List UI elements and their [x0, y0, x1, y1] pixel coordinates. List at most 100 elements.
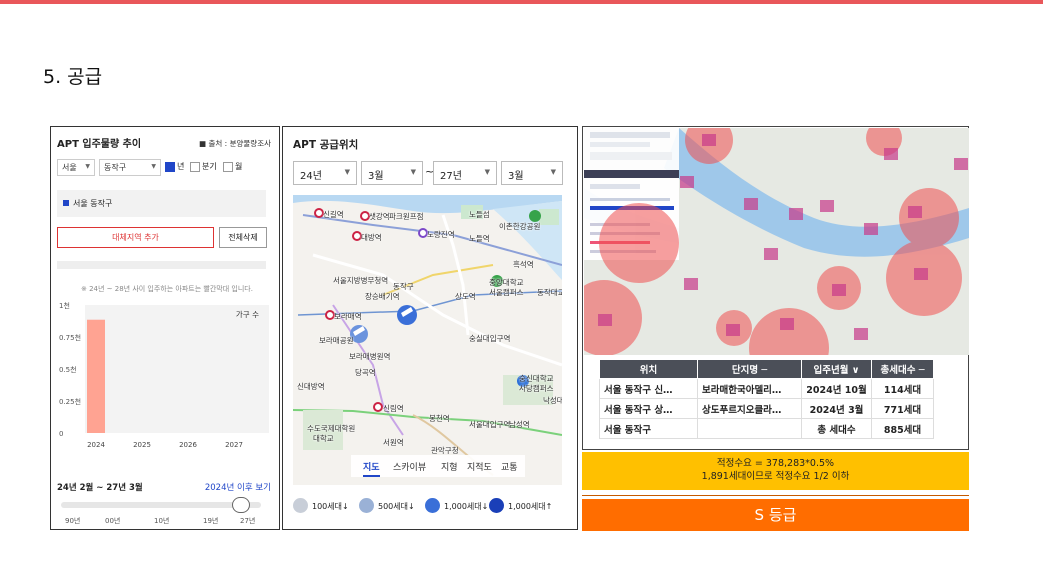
district-select[interactable]: 동작구 ▼	[99, 159, 161, 176]
map-place-label: 노량진역	[427, 230, 455, 239]
map-place-label: 서울지방병무청역	[333, 276, 389, 285]
cell-location: 서울 동작구 상…	[599, 398, 698, 419]
city-select[interactable]: 서울 ▼	[57, 159, 95, 176]
map-place-label: 대방역	[361, 233, 382, 242]
chart-bar	[87, 319, 105, 433]
map-tab-terrain[interactable]: 지형	[441, 460, 458, 473]
cell-location: 서울 동작구	[599, 418, 698, 439]
map-place-label: 서울대입구역	[469, 420, 511, 429]
section-title: 5. 공급	[43, 66, 103, 88]
map-place-label: 대학교	[313, 434, 334, 443]
map-tab-traffic[interactable]: 교통	[501, 460, 518, 473]
map-place-label: 남성역	[509, 420, 530, 429]
plot-area	[85, 305, 269, 433]
slider-tick: 27년	[240, 517, 256, 525]
end-month-value: 3월	[508, 171, 524, 182]
year-slider-handle[interactable]	[232, 497, 250, 513]
checkbox-month[interactable]	[223, 162, 233, 172]
cell-move-in: 2024년 3월	[801, 398, 872, 419]
city-select-value: 서울	[62, 163, 77, 172]
divider	[582, 495, 969, 496]
slider-tick: 10년	[154, 517, 170, 525]
divider	[57, 261, 266, 269]
map-labels-layer: 신길역 샛강역 파크원프점 노들섬 이촌한강공원 대방역 노량진역 노들역 흑석역 서울지방병무청…	[293, 195, 562, 485]
start-month-select[interactable]: 3월 ▼	[361, 161, 423, 185]
y-tick-label: 0	[59, 430, 63, 438]
demand-formula: 적정수요 = 378,283*0.5%	[716, 458, 835, 469]
supply-table: 위치 단지명 ─ 입주년월 ∨ 총세대수 ─ 서울 동작구 신… 보라매한국아델…	[599, 359, 934, 439]
supply-location-panel: APT 공급위치 24년 ▼ 3월 ▼ ~ 27년 ▼ 3월 ▼ 신길역 샛강역…	[282, 126, 578, 530]
cell-total-households: 885세대	[871, 418, 934, 439]
col-move-in[interactable]: 입주년월 ∨	[801, 359, 872, 379]
map-place-label: 숭실대입구역	[469, 334, 511, 343]
map-place-label: 장승배기역	[365, 292, 400, 301]
add-region-button[interactable]: 대체지역 추가	[57, 227, 214, 248]
checkbox-quarter-label: 분기	[202, 162, 217, 171]
x-tick-label: 2024	[87, 441, 105, 449]
region-marker-icon	[63, 200, 69, 206]
map-tab-cadastral[interactable]: 지적도	[467, 460, 492, 473]
map-place-label: 서울캠퍼스	[489, 288, 524, 297]
supply-bar-chart: 0 0.25천 0.5천 0.75천 1천 2024 2025 2026 2027 가구 수	[59, 301, 269, 449]
supply-bubble-map[interactable]	[584, 128, 969, 355]
chevron-down-icon: ▼	[550, 168, 556, 176]
map-place-label: 이촌한강공원	[499, 222, 541, 231]
cell-households: 771세대	[871, 398, 934, 419]
y-tick-label: 0.5천	[59, 365, 77, 374]
demand-summary: 적정수요 = 378,283*0.5% 1,891세대이므로 적정수요 1/2 …	[582, 452, 969, 490]
map-place-label: 당곡역	[355, 368, 376, 377]
checkbox-year[interactable]	[165, 162, 175, 172]
year-slider-track[interactable]	[61, 502, 261, 508]
slider-tick: 90년	[65, 517, 81, 525]
map-tab-skyview[interactable]: 스카이뷰	[393, 460, 426, 473]
location-map[interactable]: 신길역 샛강역 파크원프점 노들섬 이촌한강공원 대방역 노량진역 노들역 흑석역 서울지방병무청…	[293, 195, 562, 485]
legend-1000-under: 1,000세대↓	[444, 502, 489, 511]
map-place-label: 보라매역	[334, 312, 362, 321]
grade-badge: S 등급	[582, 499, 969, 531]
col-households[interactable]: 총세대수 ─	[871, 359, 934, 379]
x-tick-label: 2027	[225, 441, 243, 449]
panel-title: APT 공급위치	[293, 139, 359, 151]
map-place-label: 서원역	[383, 438, 404, 447]
map-place-label: 흑석역	[513, 260, 534, 269]
slider-tick: 19년	[203, 517, 219, 525]
slider-tick: 00년	[105, 517, 121, 525]
map-place-label: 보라매공원	[319, 336, 354, 345]
period-label: 24년 2월 ~ 27년 3월	[57, 483, 143, 493]
end-year-select[interactable]: 27년 ▼	[433, 161, 497, 185]
table-row[interactable]: 서울 동작구 상… 상도푸르지오클라… 2024년 3월 771세대	[599, 398, 934, 419]
source-label: ■ 출처 : 분양물량조사	[199, 139, 271, 148]
top-accent-bar	[0, 0, 1043, 4]
map-place-label: 사당캠퍼스	[519, 384, 554, 393]
table-row[interactable]: 서울 동작구 신… 보라매한국아델리… 2024년 10월 114세대	[599, 378, 934, 399]
start-year-select[interactable]: 24년 ▼	[293, 161, 357, 185]
pin-icon-mid	[359, 498, 374, 513]
view-after-2024-link[interactable]: 2024년 이후 보기	[205, 481, 271, 493]
table-header-row: 위치 단지명 ─ 입주년월 ∨ 총세대수 ─	[599, 359, 934, 379]
chevron-down-icon: ▼	[344, 168, 350, 176]
district-select-value: 동작구	[104, 163, 127, 172]
col-location[interactable]: 위치	[599, 359, 698, 379]
x-tick-label: 2026	[179, 441, 197, 449]
checkbox-quarter[interactable]	[190, 162, 200, 172]
map-tab-map[interactable]: 지도	[363, 460, 380, 477]
map-place-label: 신대방역	[297, 382, 325, 391]
start-month-value: 3월	[368, 171, 384, 182]
map-place-label: 샛강역	[369, 212, 390, 221]
delete-all-button[interactable]: 전체삭제	[219, 227, 267, 248]
legend-1000-over: 1,000세대↑	[508, 502, 553, 511]
map-place-label: 노들섬	[469, 210, 490, 219]
map-place-label: 낙성대	[543, 396, 562, 405]
bubble-map-canvas	[584, 128, 969, 355]
end-month-select[interactable]: 3월 ▼	[501, 161, 563, 185]
col-complex[interactable]: 단지명 ─	[697, 359, 802, 379]
end-year-value: 27년	[440, 171, 462, 182]
cell-complex: 상도푸르지오클라…	[697, 398, 802, 419]
y-tick-label: 0.25천	[59, 397, 81, 406]
table-total-row: 서울 동작구 총 세대수 885세대	[599, 418, 934, 439]
map-place-label: 상도역	[455, 292, 476, 301]
pin-icon-light	[293, 498, 308, 513]
panel-title: APT 입주물량 추이	[57, 139, 142, 150]
map-place-label: 노들역	[469, 234, 490, 243]
selected-region: 서울 동작구	[57, 190, 266, 217]
